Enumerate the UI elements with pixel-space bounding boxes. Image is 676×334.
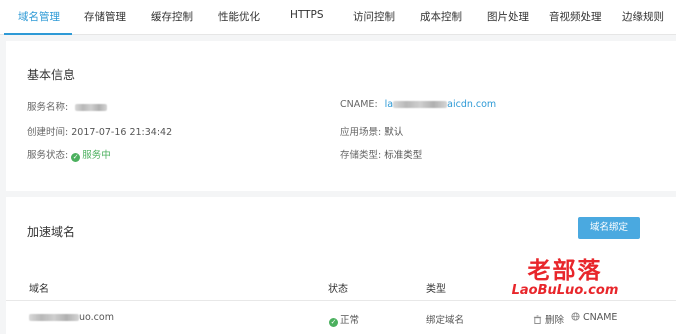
column-header-type: 类型 <box>426 284 446 295</box>
check-circle-icon: ✓ <box>329 318 338 327</box>
tab-https[interactable]: HTTPS <box>290 9 324 21</box>
tab-image-processing[interactable]: 图片处理 <box>487 9 529 24</box>
tab-av-processing[interactable]: 音视频处理 <box>549 9 602 24</box>
domains-card: 加速域名 域名绑定 域名 状态 类型 uo.com ✓ 正常 绑定域名 删除 CN… <box>6 197 676 334</box>
storage-label: 存储类型: <box>340 150 382 161</box>
cname-redacted <box>393 101 448 108</box>
scene-label: 应用场景: <box>340 127 382 138</box>
tab-storage-management[interactable]: 存储管理 <box>84 9 126 24</box>
domain-suffix: uo.com <box>79 312 114 323</box>
trash-icon <box>533 315 542 324</box>
delete-button[interactable]: 删除 <box>533 312 564 326</box>
cname-label: CNAME: <box>340 99 378 110</box>
cname-action-label: CNAME <box>583 312 618 323</box>
created-value: 2017-07-16 21:34:42 <box>71 127 173 138</box>
status-value-wrap: ✓ 服务中 <box>71 150 111 162</box>
basic-info-title: 基本信息 <box>27 68 76 82</box>
check-circle-icon: ✓ <box>71 153 81 162</box>
service-name-label: 服务名称: <box>27 102 69 113</box>
cname-prefix: la <box>384 99 394 110</box>
basic-info-card: 基本信息 服务名称: 创建时间: 2017-07-16 21:34:42 服务状… <box>6 41 676 191</box>
tab-performance[interactable]: 性能优化 <box>218 9 260 24</box>
row-status-value: 正常 <box>340 315 360 326</box>
cname-row: CNAME: la aicdn.com <box>340 99 496 110</box>
domain-cell: uo.com <box>29 312 114 323</box>
cname-suffix: aicdn.com <box>447 99 497 110</box>
tab-domain-management[interactable]: 域名管理 <box>18 9 60 24</box>
domains-title: 加速域名 <box>27 225 76 239</box>
storage-row: 存储类型: 标准类型 <box>340 147 422 161</box>
status-row: 服务状态: ✓ 服务中 <box>27 147 111 162</box>
row-status-cell: ✓ 正常 <box>329 312 359 327</box>
globe-icon <box>571 312 580 321</box>
scene-row: 应用场景: 默认 <box>340 124 403 138</box>
active-tab-indicator <box>4 33 72 35</box>
tab-bar: 域名管理 存储管理 缓存控制 性能优化 HTTPS 访问控制 成本控制 图片处理… <box>0 0 676 35</box>
table-header-divider <box>6 300 676 301</box>
status-label: 服务状态: <box>27 150 69 161</box>
domain-redacted <box>29 314 79 321</box>
tab-edge-rules[interactable]: 边缘规则 <box>622 9 664 24</box>
created-row: 创建时间: 2017-07-16 21:34:42 <box>27 124 172 138</box>
scene-value: 默认 <box>384 127 404 138</box>
row-type-cell: 绑定域名 <box>426 315 465 326</box>
bind-domain-button[interactable]: 域名绑定 <box>578 217 640 239</box>
tab-access-control[interactable]: 访问控制 <box>353 9 395 24</box>
service-name-redacted <box>75 104 108 111</box>
status-value: 服务中 <box>82 150 111 161</box>
delete-label: 删除 <box>545 315 565 326</box>
column-header-domain: 域名 <box>29 284 49 295</box>
storage-value: 标准类型 <box>384 150 423 161</box>
tab-cost-control[interactable]: 成本控制 <box>420 9 462 24</box>
service-name-row: 服务名称: <box>27 99 108 113</box>
tab-cache-control[interactable]: 缓存控制 <box>151 9 193 24</box>
created-label: 创建时间: <box>27 127 69 138</box>
column-header-status: 状态 <box>328 284 348 295</box>
cname-action-button[interactable]: CNAME <box>571 312 617 323</box>
cname-value[interactable]: la aicdn.com <box>385 99 497 110</box>
